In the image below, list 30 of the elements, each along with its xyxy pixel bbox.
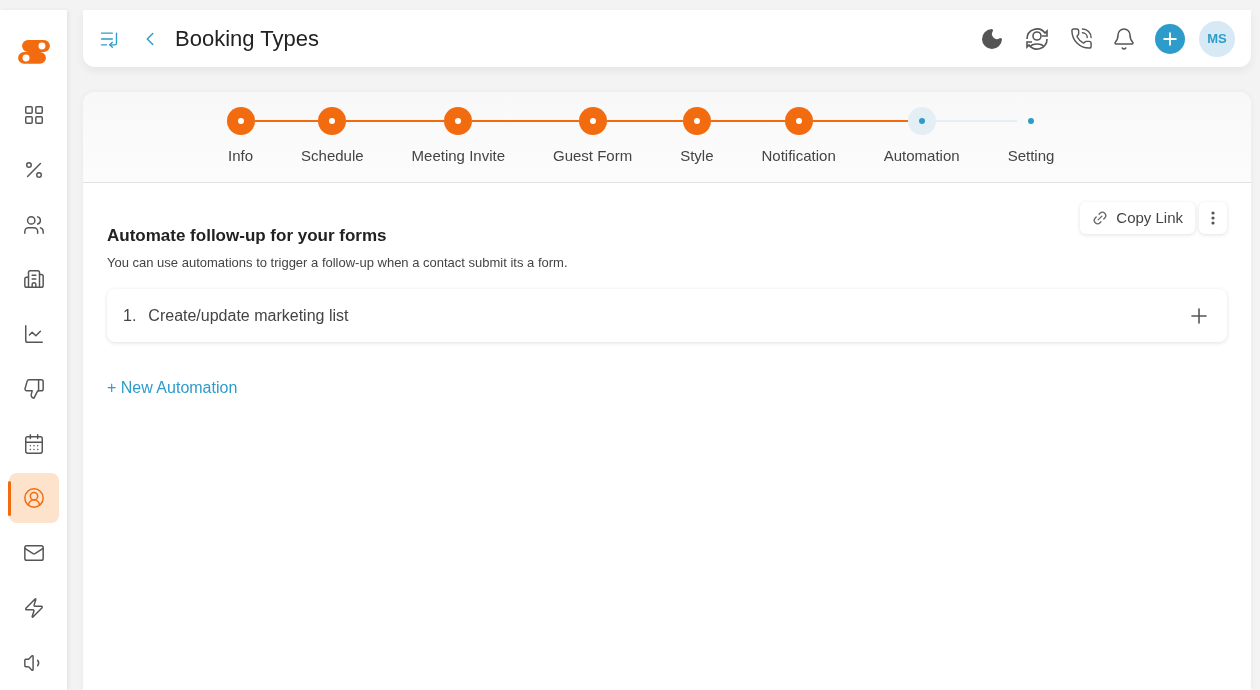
more-icon bbox=[1211, 211, 1215, 225]
phone-icon[interactable] bbox=[1070, 27, 1093, 50]
automation-number: 1. bbox=[123, 305, 137, 326]
copy-link-button[interactable]: Copy Link bbox=[1080, 202, 1195, 234]
user-circle-icon bbox=[22, 487, 45, 510]
automation-label: Create/update marketing list bbox=[148, 305, 349, 326]
step-label[interactable]: Schedule bbox=[277, 145, 388, 168]
section-title: Automate follow-up for your forms bbox=[107, 225, 388, 247]
page-title: Booking Types bbox=[175, 25, 319, 53]
step-label[interactable]: Meeting Invite bbox=[387, 145, 529, 168]
step-label[interactable]: Setting bbox=[983, 145, 1079, 168]
step-label[interactable]: Notification bbox=[737, 145, 860, 168]
thumbs-down-icon bbox=[22, 377, 45, 400]
add-button[interactable] bbox=[1155, 23, 1185, 54]
bell-icon[interactable] bbox=[1112, 26, 1136, 51]
grid-icon bbox=[22, 104, 45, 127]
automation-row[interactable]: 1. Create/update marketing list bbox=[107, 289, 1227, 342]
lightning-icon bbox=[22, 596, 45, 619]
sidebar-item[interactable] bbox=[8, 473, 59, 524]
step-label[interactable]: Automation bbox=[859, 145, 984, 168]
line-chart-icon bbox=[22, 323, 45, 346]
step-label[interactable]: Style bbox=[656, 145, 738, 168]
active-indicator bbox=[8, 481, 11, 516]
calendar-icon bbox=[22, 432, 45, 455]
people-icon bbox=[22, 213, 45, 236]
building-icon bbox=[22, 268, 45, 291]
section-description: You can use automations to trigger a follow-up when a contact submit its a form. bbox=[107, 253, 568, 272]
step-label[interactable]: Guest Form bbox=[529, 145, 657, 168]
moon-icon[interactable] bbox=[980, 26, 1004, 51]
step-label[interactable]: Info bbox=[204, 145, 278, 168]
